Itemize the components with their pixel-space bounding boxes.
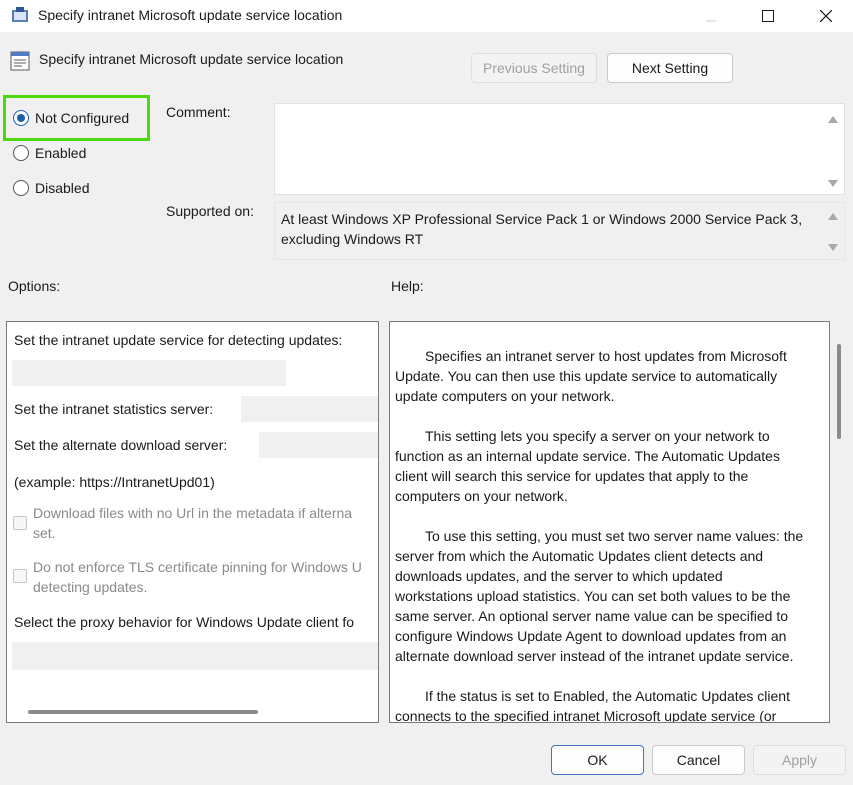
close-button[interactable] <box>803 0 849 32</box>
proxy-behavior-label: Select the proxy behavior for Windows Up… <box>14 614 355 630</box>
help-line: client will search this service for upda… <box>395 468 749 484</box>
help-paragraph: If the status is set to Enabled, the Aut… <box>395 686 815 723</box>
help-line: function as an internal update service. … <box>395 448 780 464</box>
stats-label: Set the intranet statistics server: <box>14 401 214 417</box>
help-line: server from which the Automatic Updates … <box>395 548 764 564</box>
download-no-url-label: set. <box>33 525 56 541</box>
download-no-url-checkbox[interactable] <box>13 516 27 530</box>
options-heading: Options: <box>8 278 61 294</box>
close-icon <box>820 10 832 22</box>
help-paragraph: To use this setting, you must set two se… <box>395 526 815 666</box>
policy-icon <box>12 7 28 22</box>
example-text: (example: https://IntranetUpd01) <box>14 474 215 490</box>
options-pane: Set the intranet update service for dete… <box>6 321 379 723</box>
supported-on-label: Supported on: <box>166 203 254 219</box>
help-paragraph: Specifies an intranet server to host upd… <box>395 346 815 406</box>
download-no-url-label: Download files with no Url in the metada… <box>33 505 353 521</box>
alt-download-label: Set the alternate download server: <box>14 437 228 453</box>
radio-indicator <box>13 145 29 161</box>
supported-on-line: excluding Windows RT <box>281 231 424 247</box>
scroll-up-icon[interactable] <box>828 116 838 123</box>
radio-not-configured[interactable]: Not Configured <box>13 110 129 126</box>
help-vertical-scrollbar[interactable] <box>837 344 841 439</box>
tls-pinning-label: detecting updates. <box>33 579 148 595</box>
radio-label: Disabled <box>35 180 90 196</box>
help-line: update computers on your network. <box>395 388 615 404</box>
scroll-up-icon[interactable] <box>828 213 838 220</box>
help-pane: Specifies an intranet server to host upd… <box>389 321 830 723</box>
comment-label: Comment: <box>166 104 231 120</box>
scroll-down-icon[interactable] <box>828 244 838 251</box>
help-line: This setting lets you specify a server o… <box>425 428 770 444</box>
window-title: Specify intranet Microsoft update servic… <box>38 7 343 23</box>
help-line: If the status is set to Enabled, the Aut… <box>425 688 790 704</box>
help-line: computers on your network. <box>395 488 568 504</box>
minimize-button[interactable] <box>688 0 734 32</box>
help-line: downloads updates, and the server to whi… <box>395 568 723 584</box>
help-paragraph: This setting lets you specify a server o… <box>395 426 815 506</box>
radio-label: Enabled <box>35 145 87 161</box>
minimize-icon <box>706 20 716 22</box>
radio-label: Not Configured <box>35 110 130 126</box>
detect-label: Set the intranet update service for dete… <box>14 332 343 348</box>
alt-download-input[interactable] <box>259 432 378 458</box>
ok-button[interactable]: OK <box>551 745 644 775</box>
help-line: connects to the specified intranet Micro… <box>395 708 777 723</box>
radio-indicator <box>13 110 29 126</box>
apply-button[interactable]: Apply <box>753 745 846 775</box>
previous-setting-button[interactable]: Previous Setting <box>471 53 597 83</box>
help-line: same server. An optional server name val… <box>395 608 788 624</box>
help-line: workstations upload statistics. You can … <box>395 588 791 604</box>
cancel-button[interactable]: Cancel <box>652 745 745 775</box>
title-bar: Specify intranet Microsoft update servic… <box>0 0 853 32</box>
stats-server-input[interactable] <box>241 396 378 422</box>
setting-title: Specify intranet Microsoft update servic… <box>39 51 344 67</box>
help-heading: Help: <box>391 278 424 294</box>
maximize-button[interactable] <box>745 0 791 32</box>
radio-enabled[interactable]: Enabled <box>13 145 86 161</box>
tls-pinning-label: Do not enforce TLS certificate pinning f… <box>33 559 362 575</box>
help-line: To use this setting, you must set two se… <box>425 528 804 544</box>
detect-server-input[interactable] <box>12 360 286 386</box>
options-horizontal-scrollbar[interactable] <box>28 710 258 714</box>
scroll-down-icon[interactable] <box>828 180 838 187</box>
radio-indicator <box>13 180 29 196</box>
maximize-icon <box>762 10 774 22</box>
help-line: configure Windows Update Agent to downlo… <box>395 628 787 644</box>
supported-on-box: At least Windows XP Professional Service… <box>274 202 845 260</box>
help-line: alternate download server instead of the… <box>395 648 794 664</box>
help-line: Specifies an intranet server to host upd… <box>425 348 787 364</box>
comment-textarea[interactable] <box>274 103 845 195</box>
proxy-behavior-dropdown[interactable] <box>12 642 378 670</box>
help-line: Update. You can then use this update ser… <box>395 368 778 384</box>
setting-icon <box>10 51 30 71</box>
radio-disabled[interactable]: Disabled <box>13 180 89 196</box>
tls-pinning-checkbox[interactable] <box>13 569 27 583</box>
supported-on-line: At least Windows XP Professional Service… <box>281 211 803 227</box>
next-setting-button[interactable]: Next Setting <box>607 53 733 83</box>
